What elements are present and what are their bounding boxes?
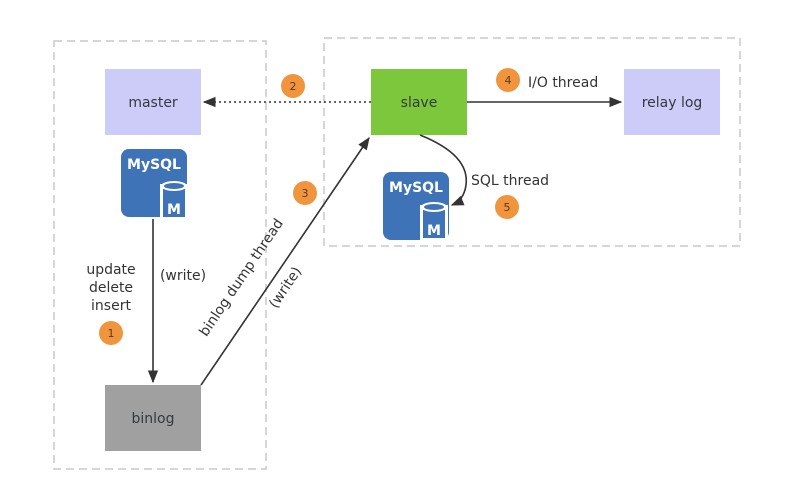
op-update-label: update	[86, 262, 135, 278]
svg-text:MySQL: MySQL	[127, 157, 181, 173]
op-delete-label: delete	[89, 280, 133, 296]
write-label: (write)	[160, 268, 206, 284]
step-badge-1: 1	[99, 321, 123, 345]
mysql-master-icon: MySQL M	[121, 149, 188, 220]
dump-write-label: (write)	[266, 264, 305, 311]
binlog-label: binlog	[132, 411, 175, 427]
op-insert-label: insert	[91, 298, 131, 314]
step-badge-3: 3	[293, 181, 317, 205]
step-badge-2: 2	[281, 74, 305, 98]
master-label: master	[128, 95, 178, 111]
mysql-slave-icon: MySQL M	[383, 172, 449, 241]
svg-text:M: M	[427, 223, 441, 239]
replication-diagram: master slave relay log binlog MySQL M My…	[53, 37, 741, 470]
master-node[interactable]: master	[105, 69, 201, 135]
relay-log-label: relay log	[642, 95, 703, 111]
slave-label: slave	[401, 95, 438, 111]
step-badge-5: 5	[495, 195, 519, 219]
binlog-node[interactable]: binlog	[105, 385, 201, 451]
svg-text:1: 1	[108, 327, 115, 340]
svg-text:3: 3	[302, 187, 309, 200]
binlog-dump-arrow	[200, 136, 370, 386]
sql-thread-label: SQL thread	[471, 173, 549, 189]
svg-text:2: 2	[290, 80, 297, 93]
svg-text:MySQL: MySQL	[389, 180, 443, 196]
relay-log-node[interactable]: relay log	[624, 69, 720, 135]
io-thread-label: I/O thread	[528, 75, 598, 91]
svg-text:5: 5	[504, 201, 511, 214]
step-badge-4: 4	[496, 68, 520, 92]
slave-node[interactable]: slave	[371, 69, 467, 135]
svg-text:M: M	[167, 202, 181, 218]
svg-text:4: 4	[505, 74, 512, 87]
